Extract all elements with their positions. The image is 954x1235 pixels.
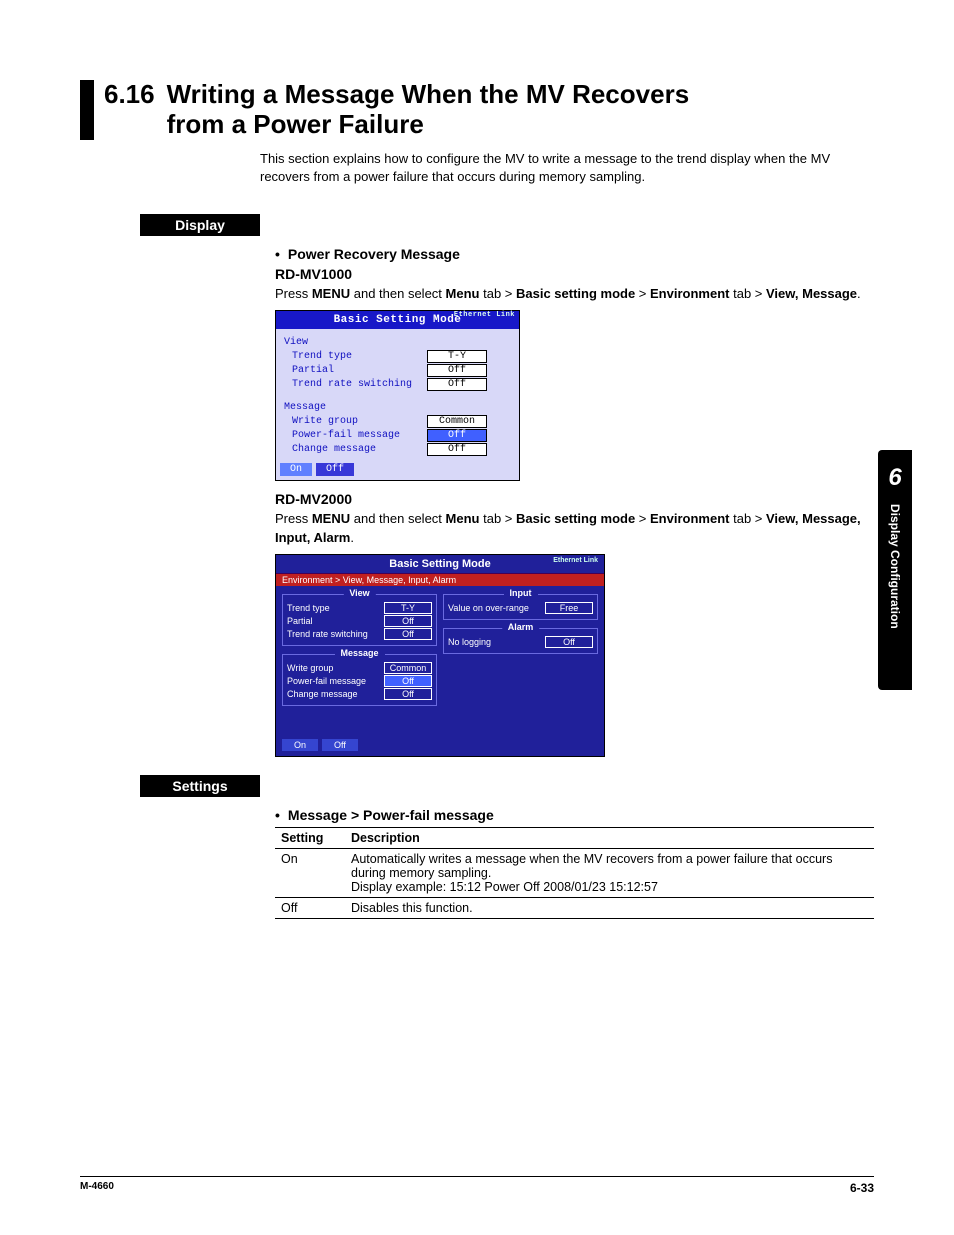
intro-text: This section explains how to configure t…	[260, 150, 874, 186]
display-heading: Display	[140, 214, 260, 236]
mv1000-instructions: Press MENU and then select Menu tab > Ba…	[275, 284, 874, 304]
off-button-2[interactable]: Off	[322, 739, 358, 751]
page-footer: M-4660 6-33	[80, 1176, 874, 1195]
over-range-value[interactable]: Free	[545, 602, 593, 614]
legend-view: View	[343, 588, 375, 598]
trend-type-value[interactable]: T-Y	[427, 350, 487, 363]
table-row: Off Disables this function.	[275, 897, 874, 918]
power-fail-value[interactable]: Off	[427, 429, 487, 442]
model-mv2000: RD-MV2000	[275, 491, 874, 507]
screen1-title: Basic Setting Mode	[334, 314, 462, 326]
section-number: 6.16	[104, 80, 155, 110]
off-button[interactable]: Off	[316, 463, 354, 476]
th-description: Description	[345, 827, 874, 848]
model-mv1000: RD-MV1000	[275, 266, 874, 282]
mv2000-instructions: Press MENU and then select Menu tab > Ba…	[275, 509, 874, 548]
write-group-value[interactable]: Common	[427, 415, 487, 428]
bullet-power-recovery: •Power Recovery Message	[275, 246, 874, 262]
table-row: On Automatically writes a message when t…	[275, 848, 874, 897]
chapter-tab: 6 Display Configuration	[878, 450, 912, 690]
change-message-value[interactable]: Off	[427, 443, 487, 456]
settings-heading: Settings	[140, 775, 260, 797]
screenshot-mv1000: Basic Setting Mode Ethernet Link View Tr…	[275, 310, 520, 481]
on-button[interactable]: On	[280, 463, 312, 476]
page-number: 6-33	[850, 1181, 874, 1195]
partial-value-2[interactable]: Off	[384, 615, 432, 627]
change-message-value-2[interactable]: Off	[384, 688, 432, 700]
section-heading: 6.16 Writing a Message When the MV Recove…	[80, 80, 874, 140]
legend-alarm: Alarm	[502, 622, 540, 632]
legend-message: Message	[334, 648, 384, 658]
trend-type-value-2[interactable]: T-Y	[384, 602, 432, 614]
group-view: View	[284, 337, 511, 348]
on-button-2[interactable]: On	[282, 739, 318, 751]
power-fail-value-2[interactable]: Off	[384, 675, 432, 687]
screenshot-mv2000: Basic Setting Mode Ethernet Link Environ…	[275, 554, 605, 757]
group-message: Message	[284, 402, 511, 413]
doc-id: M-4660	[80, 1181, 114, 1195]
legend-input: Input	[504, 588, 538, 598]
screen2-title: Basic Setting Mode	[389, 558, 490, 570]
trend-rate-value[interactable]: Off	[427, 378, 487, 391]
write-group-value-2[interactable]: Common	[384, 662, 432, 674]
bullet-power-fail-message: •Message > Power-fail message	[275, 807, 874, 823]
chapter-title: Display Configuration	[888, 504, 902, 629]
partial-value[interactable]: Off	[427, 364, 487, 377]
trend-rate-value-2[interactable]: Off	[384, 628, 432, 640]
section-title-l1: Writing a Message When the MV Recovers	[167, 79, 690, 109]
section-title-l2: from a Power Failure	[167, 109, 424, 139]
ethernet-link-label-2: Ethernet Link	[553, 557, 598, 564]
ethernet-link-label: Ethernet Link	[454, 312, 515, 319]
chapter-number: 6	[888, 464, 901, 492]
no-logging-value[interactable]: Off	[545, 636, 593, 648]
settings-table: Setting Description On Automatically wri…	[275, 827, 874, 919]
breadcrumb: Environment > View, Message, Input, Alar…	[276, 574, 604, 586]
th-setting: Setting	[275, 827, 345, 848]
